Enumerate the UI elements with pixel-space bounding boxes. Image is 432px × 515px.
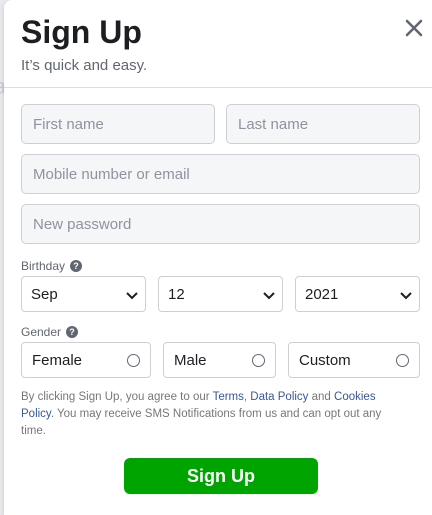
birthday-day-select[interactable]: 12 [158,276,283,312]
birthday-year-select[interactable]: 2021 [295,276,420,312]
radio-circle[interactable] [127,354,140,367]
birthday-label: Birthday [21,259,66,273]
close-icon[interactable] [402,16,426,40]
gender-label: Gender [21,325,62,339]
birthday-day-value: 12 [168,286,185,303]
new-password-input[interactable] [21,204,420,244]
terms-intro: By clicking Sign Up, you agree to our [21,391,213,403]
radio-circle[interactable] [396,354,409,367]
dialog-header: Sign Up It’s quick and easy. [4,0,432,88]
gender-label-row: Gender ? [21,325,79,339]
data-policy-link[interactable]: Data Policy [250,391,308,403]
terms-link[interactable]: Terms [213,391,244,403]
gender-option-custom[interactable]: Custom [288,342,420,378]
birthday-year-value: 2021 [305,286,339,303]
gender-option-label: Male [174,352,207,369]
terms-text: By clicking Sign Up, you agree to our Te… [21,389,401,440]
mobile-or-email-input[interactable] [21,154,420,194]
chevron-down-icon [126,292,138,300]
birthday-label-row: Birthday ? [21,259,83,273]
first-name-input[interactable] [21,104,215,144]
radio-circle[interactable] [252,354,265,367]
dialog-subtitle: It’s quick and easy. [21,57,148,74]
question-circle-icon[interactable]: ? [70,260,83,272]
terms-outro: . You may receive SMS Notifications from… [21,408,382,437]
birthday-month-value: Sep [31,286,58,303]
question-circle-icon[interactable]: ? [66,326,79,338]
chevron-down-icon [263,292,275,300]
dialog-title: Sign Up [21,14,142,50]
chevron-down-icon [400,292,412,300]
gender-option-label: Female [32,352,83,369]
gender-option-label: Custom [299,352,351,369]
terms-conjunction: and [308,391,335,403]
birthday-month-select[interactable]: Sep [21,276,146,312]
last-name-input[interactable] [226,104,420,144]
gender-option-female[interactable]: Female [21,342,151,378]
signup-dialog: Sign Up It’s quick and easy. Birthday ? … [4,0,432,515]
sign-up-button[interactable]: Sign Up [124,458,318,494]
gender-option-male[interactable]: Male [163,342,276,378]
